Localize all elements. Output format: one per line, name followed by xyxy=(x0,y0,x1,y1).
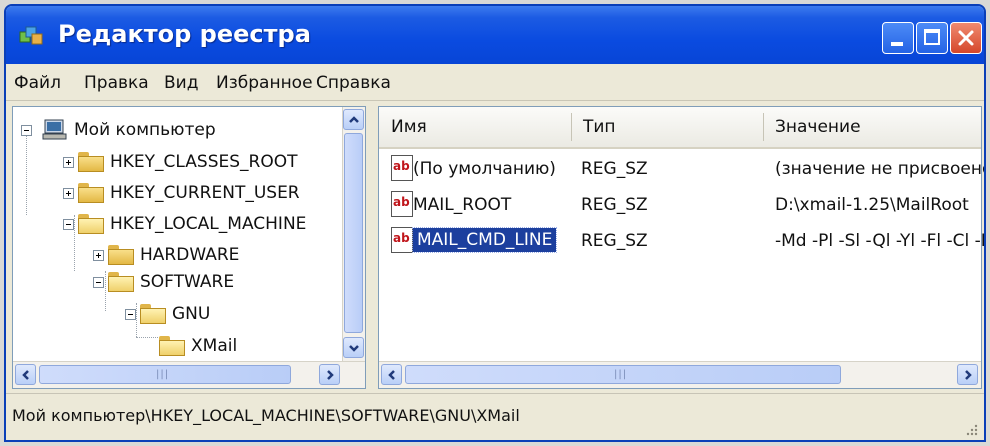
value-type: REG_SZ xyxy=(581,231,648,251)
scroll-grip: ||| xyxy=(614,369,628,380)
value-type: REG_SZ xyxy=(581,159,648,179)
tree-node-hardware[interactable]: HARDWARE xyxy=(93,242,239,268)
chevron-down-icon xyxy=(349,345,359,352)
folder-icon xyxy=(78,152,104,172)
title-bar[interactable]: Редактор реестра xyxy=(6,6,984,64)
chevron-right-icon xyxy=(327,370,334,380)
resize-grip-icon[interactable] xyxy=(964,422,978,436)
value-type: REG_SZ xyxy=(581,195,648,215)
tree-node-hkcu[interactable]: HKEY_CURRENT_USER xyxy=(63,180,300,206)
tree-label: HKEY_CLASSES_ROOT xyxy=(110,152,298,172)
tree-node-hklm[interactable]: HKEY_LOCAL_MACHINE xyxy=(63,211,306,237)
folder-open-icon xyxy=(108,272,134,292)
tree-node-hkcr[interactable]: HKEY_CLASSES_ROOT xyxy=(63,149,298,175)
registry-tree-pane: Мой компьютер HKEY_CLASSES_ROOT HKEY_CUR… xyxy=(12,106,366,389)
menu-favorites[interactable]: Избранное xyxy=(216,73,313,93)
menu-edit[interactable]: Правка xyxy=(84,73,149,93)
menu-help[interactable]: Справка xyxy=(316,73,391,93)
scroll-left-button[interactable] xyxy=(15,364,36,385)
string-value-icon: ab xyxy=(391,227,413,253)
tree-node-software[interactable]: SOFTWARE xyxy=(93,269,234,295)
list-row[interactable]: ab MAIL_ROOT REG_SZ D:\xmail-1.25\MailRo… xyxy=(385,187,975,221)
maximize-button[interactable] xyxy=(916,22,948,54)
tree-root[interactable]: Мой компьютер xyxy=(21,117,216,143)
folder-icon xyxy=(108,245,134,265)
tree-label: GNU xyxy=(172,304,211,324)
value-name: MAIL_ROOT xyxy=(413,195,512,215)
close-icon xyxy=(958,30,974,46)
scroll-right-button[interactable] xyxy=(319,364,340,385)
tree-label: HKEY_CURRENT_USER xyxy=(110,183,300,203)
column-divider[interactable] xyxy=(571,113,572,141)
list-row[interactable]: ab (По умолчанию) REG_SZ (значение не пр… xyxy=(385,151,984,185)
chevron-left-icon xyxy=(22,370,29,380)
value-name: (По умолчанию) xyxy=(413,159,556,179)
string-value-icon: ab xyxy=(391,155,413,181)
value-data: -Md -Pl -Sl -Ql -Yl -Fl -Cl -Ll xyxy=(775,231,986,251)
tree-connector xyxy=(136,337,158,338)
scroll-grip: ||| xyxy=(156,369,170,380)
collapse-icon[interactable] xyxy=(63,218,74,230)
expand-icon[interactable] xyxy=(93,249,104,261)
values-list-pane: Имя Тип Значение ab (По умолчанию) REG_S… xyxy=(378,106,984,389)
computer-icon xyxy=(42,119,67,140)
collapse-icon[interactable] xyxy=(21,124,32,136)
chevron-up-icon xyxy=(349,116,359,123)
tree-connector xyxy=(26,131,27,215)
status-bar: Мой компьютер\HKEY_LOCAL_MACHINE\SOFTWAR… xyxy=(6,393,984,440)
scroll-left-button[interactable] xyxy=(381,364,402,385)
tree-node-xmail[interactable]: XMail xyxy=(159,333,237,359)
collapse-icon[interactable] xyxy=(125,308,136,320)
minimize-button[interactable] xyxy=(882,22,914,54)
column-header-name[interactable]: Имя xyxy=(391,117,427,137)
chevron-left-icon xyxy=(388,370,395,380)
list-header: Имя Тип Значение xyxy=(379,107,981,149)
expand-icon[interactable] xyxy=(63,156,74,168)
scroll-up-button[interactable] xyxy=(343,109,364,130)
menu-view[interactable]: Вид xyxy=(164,73,198,93)
close-button[interactable] xyxy=(950,22,982,54)
value-data: (значение не присвоено) xyxy=(775,159,986,179)
status-path: Мой компьютер\HKEY_LOCAL_MACHINE\SOFTWAR… xyxy=(12,406,520,425)
menu-file[interactable]: Файл xyxy=(14,73,61,93)
column-header-value[interactable]: Значение xyxy=(775,117,861,137)
list-horizontal-scrollbar[interactable]: ||| xyxy=(379,361,981,388)
tree-label: SOFTWARE xyxy=(140,272,235,292)
tree-node-gnu[interactable]: GNU xyxy=(125,301,210,327)
chevron-right-icon xyxy=(965,370,972,380)
tree-label: Мой компьютер xyxy=(74,120,216,140)
window-title: Редактор реестра xyxy=(58,20,311,48)
tree-label: XMail xyxy=(191,336,238,356)
folder-open-icon xyxy=(78,214,104,234)
folder-open-icon xyxy=(140,304,166,324)
collapse-icon[interactable] xyxy=(93,276,104,288)
scroll-right-button[interactable] xyxy=(957,364,978,385)
scroll-down-button[interactable] xyxy=(343,337,364,358)
scroll-thumb[interactable] xyxy=(344,133,363,333)
string-value-icon: ab xyxy=(391,191,413,217)
list-row-selected[interactable]: ab MAIL_CMD_LINE REG_SZ -Md -Pl -Sl -Ql … xyxy=(385,223,984,257)
folder-icon xyxy=(78,183,104,203)
value-name: MAIL_CMD_LINE xyxy=(411,227,558,253)
registry-editor-window: Редактор реестра Файл Правка Вид Избранн… xyxy=(4,4,986,442)
scroll-thumb[interactable]: ||| xyxy=(39,365,291,384)
menu-bar: Файл Правка Вид Избранное Справка xyxy=(6,64,984,101)
tree-vertical-scrollbar[interactable] xyxy=(342,107,365,362)
folder-open-icon xyxy=(159,336,185,356)
tree-label: HKEY_LOCAL_MACHINE xyxy=(110,214,307,234)
column-header-type[interactable]: Тип xyxy=(583,117,616,137)
registry-app-icon xyxy=(19,26,43,45)
expand-icon[interactable] xyxy=(63,187,74,199)
value-data: D:\xmail-1.25\MailRoot xyxy=(775,195,969,215)
column-divider[interactable] xyxy=(763,113,764,141)
tree-horizontal-scrollbar[interactable]: ||| xyxy=(13,361,365,388)
scroll-thumb[interactable]: ||| xyxy=(405,365,841,384)
tree-label: HARDWARE xyxy=(140,245,240,265)
